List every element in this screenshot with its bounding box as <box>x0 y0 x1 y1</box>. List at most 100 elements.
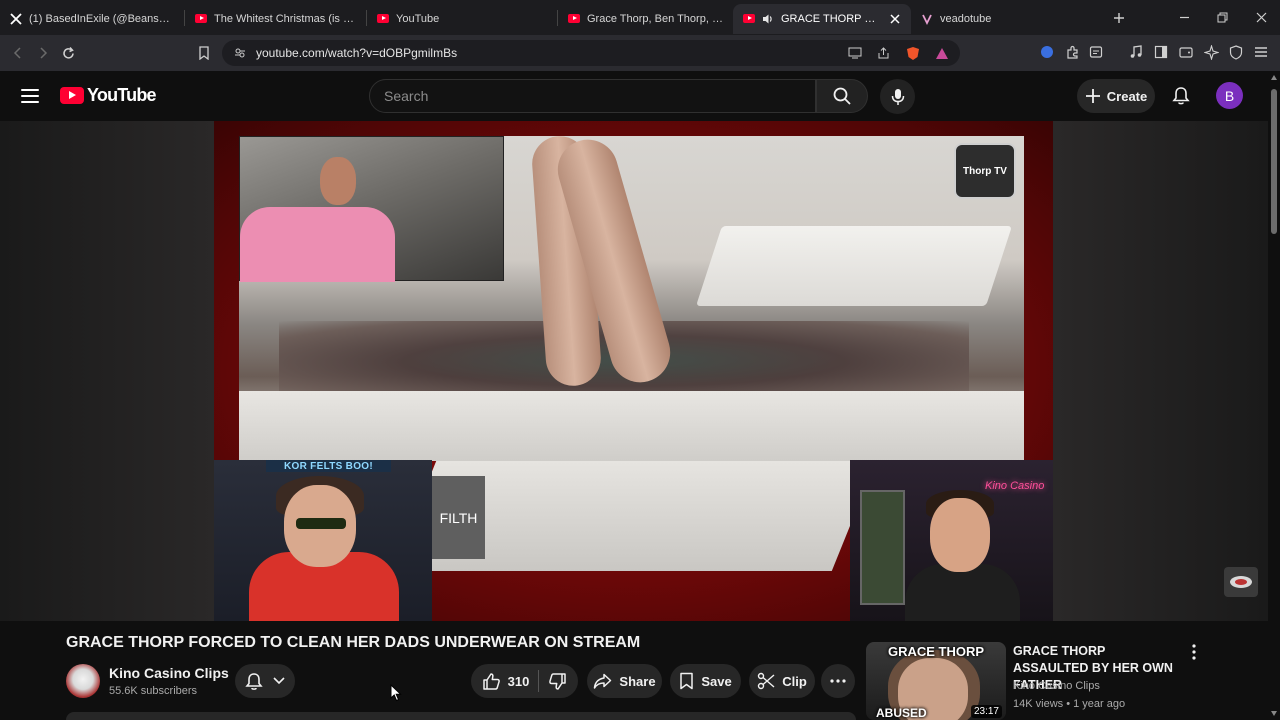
account-avatar[interactable]: B <box>1216 82 1243 109</box>
video-duration-badge: 23:17 <box>970 705 1002 718</box>
tab-label: The Whitest Christmas (is here) <box>214 12 356 25</box>
dislike-button[interactable] <box>548 672 567 691</box>
channel-watermark-icon[interactable] <box>1224 567 1258 597</box>
bookmark-icon <box>680 672 694 690</box>
back-icon[interactable] <box>6 41 30 65</box>
tab-x-basedinexile[interactable]: (1) BasedInExile (@Beans_Is_Bak <box>0 4 184 34</box>
more-vertical-icon <box>1192 644 1196 660</box>
bath-seat <box>696 226 1012 306</box>
scroll-down-arrow-icon[interactable] <box>1271 711 1277 716</box>
more-actions-button[interactable] <box>821 664 855 698</box>
video-player[interactable]: Thorp TV KOR FELTS BOO! FILTH Kino Casin… <box>214 121 1053 621</box>
speaker-icon[interactable] <box>762 13 774 25</box>
player-container: Thorp TV KOR FELTS BOO! FILTH Kino Casin… <box>0 121 1268 621</box>
youtube-icon <box>195 13 207 25</box>
wallet-icon[interactable] <box>1087 43 1105 61</box>
thorp-tv-logo: Thorp TV <box>954 143 1016 199</box>
create-label: Create <box>1106 88 1148 104</box>
bell-icon <box>245 672 263 690</box>
screen: (1) BasedInExile (@Beans_Is_Bak The Whit… <box>0 0 1280 720</box>
bookmark-icon[interactable] <box>192 41 216 65</box>
brave-rewards-icon[interactable] <box>935 47 949 60</box>
thumbnail-bottom-text: ABUSED <box>876 706 927 720</box>
thumbnail-top-text: GRACE THORP <box>887 644 985 659</box>
thumbs-up-icon <box>482 672 500 690</box>
tab-label: (1) BasedInExile (@Beans_Is_Bak <box>29 12 174 25</box>
recommended-video-more-button[interactable] <box>1186 643 1202 661</box>
like-divider <box>538 670 540 692</box>
page-scrollbar[interactable] <box>1268 71 1280 720</box>
close-tab-icon[interactable] <box>889 13 901 25</box>
veadotube-icon <box>921 13 933 25</box>
filth-overlay: FILTH <box>432 476 485 559</box>
youtube-wordmark: YouTube <box>87 85 157 105</box>
webcam-glasses <box>296 518 346 529</box>
share-icon <box>594 673 612 689</box>
tab-grace-thorp-ben-thorp[interactable]: Grace Thorp, Ben Thorp, and Big <box>558 4 733 34</box>
youtube-icon <box>743 13 755 25</box>
brave-wallet-icon[interactable] <box>1177 43 1195 61</box>
leo-ai-icon[interactable] <box>1202 43 1220 61</box>
chevron-down-icon <box>273 677 285 685</box>
tab-youtube[interactable]: YouTube <box>367 4 557 34</box>
webcam-top-left <box>239 136 504 282</box>
youtube-logo[interactable]: YouTube <box>60 85 157 106</box>
tab-label: GRACE THORP FORCED <box>781 12 882 25</box>
save-button[interactable]: Save <box>670 664 741 698</box>
scroll-up-arrow-icon[interactable] <box>1271 75 1277 80</box>
site-info-icon[interactable] <box>234 47 246 59</box>
share-page-icon[interactable] <box>877 46 890 60</box>
subscription-bell-button[interactable] <box>235 664 295 698</box>
share-button[interactable]: Share <box>587 664 662 698</box>
media-controls-icon[interactable] <box>1127 43 1145 61</box>
extensions-icon[interactable] <box>1063 43 1081 61</box>
neon-sign: KOR FELTS BOO! <box>266 460 391 472</box>
webcam-head <box>320 157 356 205</box>
subscriber-count: 55.6K subscribers <box>109 685 198 697</box>
new-tab-icon[interactable] <box>1100 0 1138 35</box>
tub-rim <box>239 391 1024 461</box>
bell-icon <box>1172 87 1190 105</box>
forward-icon[interactable] <box>31 41 55 65</box>
slot-machine <box>860 490 905 605</box>
vpn-extension-icon[interactable] <box>1038 43 1056 61</box>
scrollbar-thumb[interactable] <box>1271 89 1277 234</box>
description-box[interactable] <box>66 712 856 720</box>
browser-menu-icon[interactable] <box>1252 43 1270 61</box>
create-button[interactable]: Create <box>1077 79 1155 113</box>
sidebar-icon[interactable] <box>1152 43 1170 61</box>
notifications-button[interactable] <box>1168 83 1194 109</box>
webcam-bottom-left: KOR FELTS BOO! <box>214 460 432 621</box>
vpn-shield-icon[interactable] <box>1227 43 1245 61</box>
search-input[interactable] <box>384 88 815 104</box>
webcam-person <box>240 207 395 282</box>
address-bar[interactable]: youtube.com/watch?v=dOBPgmilmBs <box>222 40 960 66</box>
recommended-video-meta: 14K views • 1 year ago <box>1013 698 1126 710</box>
tab-label: Grace Thorp, Ben Thorp, and Big <box>587 12 723 25</box>
recommended-video-channel[interactable]: Kino Casino Clips <box>1013 680 1100 692</box>
like-button[interactable]: 310 <box>482 672 530 691</box>
reload-icon[interactable] <box>56 41 80 65</box>
like-count: 310 <box>507 673 530 689</box>
hamburger-menu-icon[interactable] <box>20 86 40 106</box>
voice-search-button[interactable] <box>880 79 915 114</box>
brave-shields-icon[interactable] <box>906 46 920 61</box>
youtube-header: YouTube Create B <box>0 71 1280 121</box>
install-app-icon[interactable] <box>848 47 862 59</box>
tab-veadotube[interactable]: veadotube <box>911 4 1091 34</box>
channel-name[interactable]: Kino Casino Clips <box>109 665 229 681</box>
restore-icon[interactable] <box>1203 0 1241 35</box>
x-icon <box>10 12 22 25</box>
channel-avatar[interactable] <box>66 664 100 698</box>
tab-grace-thorp-forced[interactable]: GRACE THORP FORCED <box>733 3 911 34</box>
more-horizontal-icon <box>830 679 846 683</box>
browser-toolbar: youtube.com/watch?v=dOBPgmilmBs <box>0 35 1280 71</box>
search-button[interactable] <box>816 79 868 113</box>
clip-button[interactable]: Clip <box>749 664 815 698</box>
youtube-play-icon <box>60 87 84 104</box>
recommended-video-thumbnail[interactable]: GRACE THORP ABUSED 23:17 <box>866 642 1006 720</box>
minimize-icon[interactable] <box>1165 0 1203 35</box>
close-window-icon[interactable] <box>1242 0 1280 35</box>
save-label: Save <box>701 673 732 689</box>
tab-whitest-christmas[interactable]: The Whitest Christmas (is here) <box>185 4 366 34</box>
